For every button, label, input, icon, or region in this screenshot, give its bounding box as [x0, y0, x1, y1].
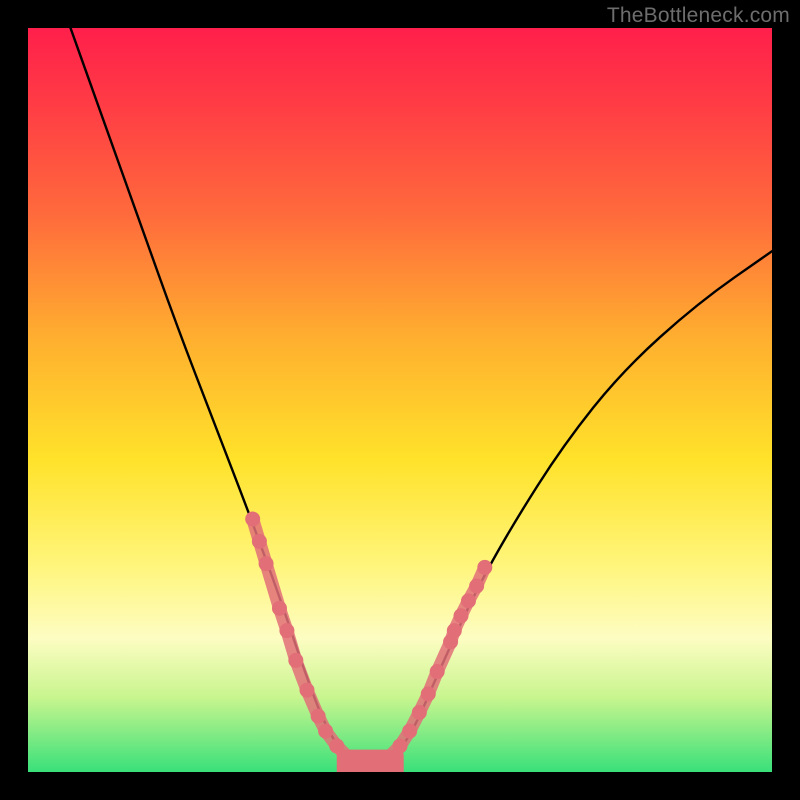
watermark-text: TheBottleneck.com [607, 4, 790, 28]
marker-dot-left [340, 750, 355, 765]
marker-dot-right [469, 579, 484, 594]
marker-dot-left [329, 738, 344, 753]
marker-dot-right [447, 623, 462, 638]
marker-dot-right [421, 686, 436, 701]
marker-dot-left [279, 623, 294, 638]
marker-dot-left [288, 653, 303, 668]
marker-dot-left [318, 724, 333, 739]
marker-dot-left [300, 683, 315, 698]
marker-dot-right [393, 738, 408, 753]
marker-dot-left [259, 556, 274, 571]
marker-dot-right [430, 664, 445, 679]
marker-dot-left [272, 601, 287, 616]
marker-dot-left [245, 512, 260, 527]
marker-dot-left [311, 709, 326, 724]
marker-dot-right [454, 608, 469, 623]
marker-dot-right [381, 750, 396, 765]
marker-dot-right [402, 724, 417, 739]
marker-band [253, 519, 348, 757]
marker-dot-right [412, 705, 427, 720]
chart-svg [28, 28, 772, 772]
marker-dot-left [252, 534, 267, 549]
marker-dot-right [477, 560, 492, 575]
chart-plot-area [28, 28, 772, 772]
marker-dot-right [461, 593, 476, 608]
bottleneck-curve [65, 28, 772, 765]
